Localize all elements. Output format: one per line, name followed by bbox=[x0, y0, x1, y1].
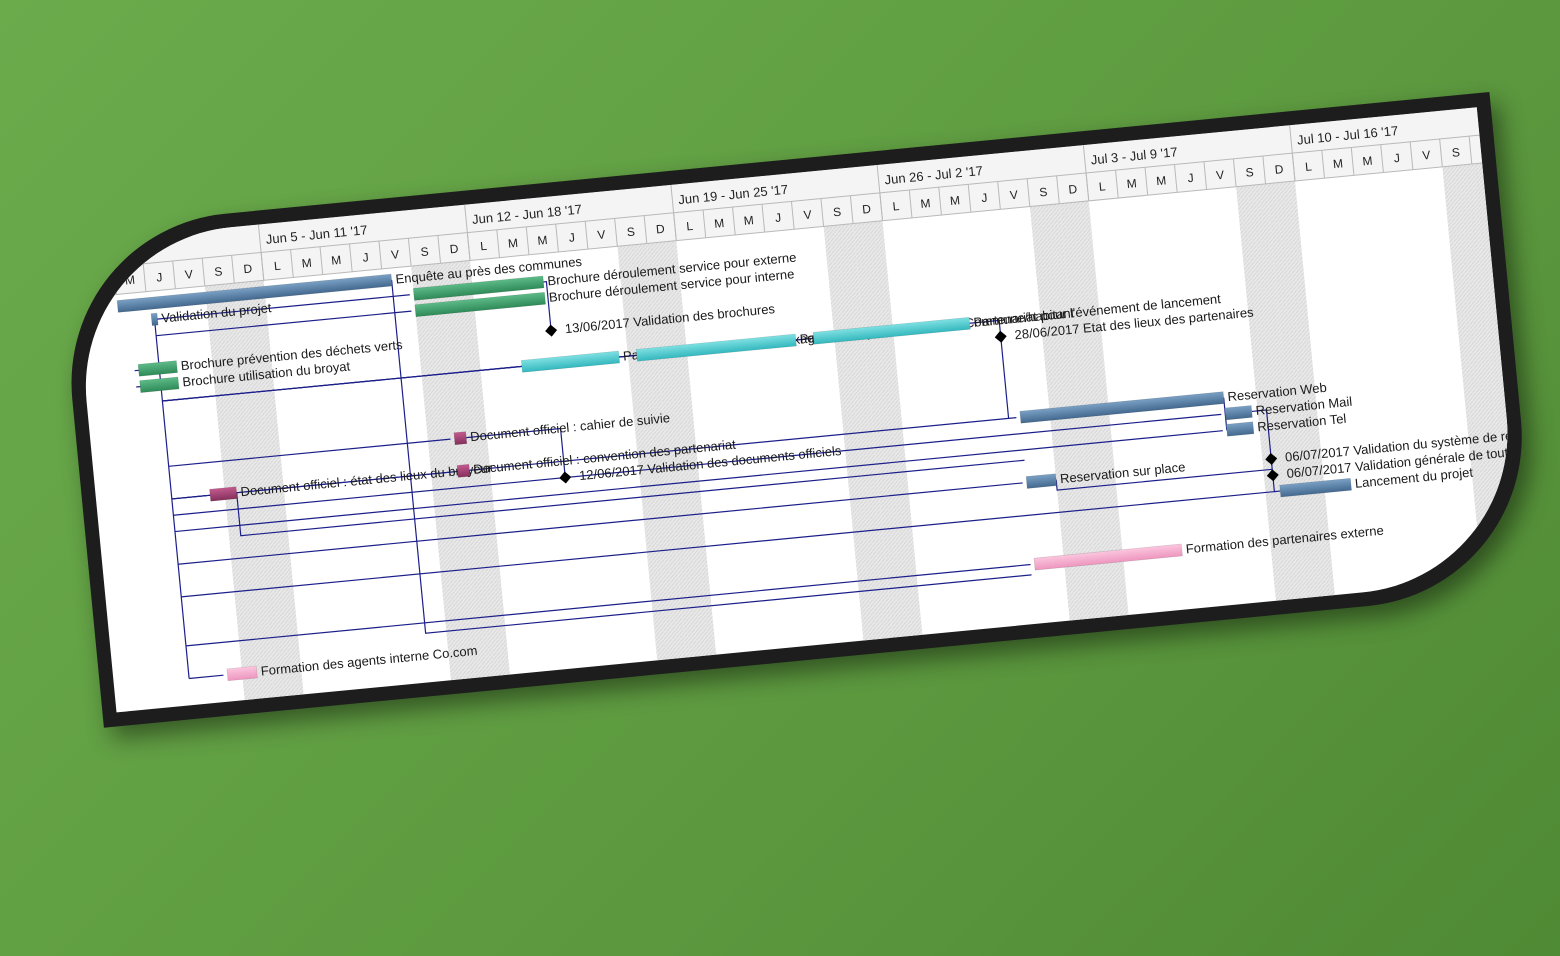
day-letter: S bbox=[1451, 145, 1460, 160]
day-letter: M bbox=[1126, 176, 1137, 191]
day-letter: S bbox=[1039, 185, 1048, 200]
day-letter: V bbox=[597, 227, 606, 242]
gantt-sheet: '17Jun 5 - Jun 11 '17Jun 12 - Jun 18 '17… bbox=[71, 107, 1523, 713]
day-letter: J bbox=[568, 230, 575, 245]
day-letter: D bbox=[243, 261, 253, 276]
task-bar[interactable] bbox=[1225, 421, 1255, 437]
task-bar[interactable] bbox=[150, 312, 159, 326]
milestone-diamond[interactable] bbox=[994, 330, 1007, 343]
dependency-link bbox=[189, 674, 224, 680]
day-letter: J bbox=[1393, 151, 1400, 166]
task-bar[interactable] bbox=[1025, 473, 1058, 489]
day-letter: V bbox=[1009, 188, 1018, 203]
task-bar[interactable] bbox=[139, 376, 180, 393]
day-letter: M bbox=[714, 216, 725, 231]
day-letter: M bbox=[920, 196, 931, 211]
day-letter: D bbox=[1274, 162, 1284, 177]
day-letter: V bbox=[1215, 168, 1224, 183]
day-letter: M bbox=[331, 253, 342, 268]
day-letter: D bbox=[449, 242, 459, 257]
day-letter: M bbox=[1362, 154, 1373, 169]
day-letter: D bbox=[1480, 142, 1490, 157]
day-letter: V bbox=[803, 208, 812, 223]
task-bar[interactable] bbox=[453, 431, 468, 446]
day-letter: V bbox=[184, 267, 193, 282]
day-letter: V bbox=[1422, 148, 1431, 163]
day-letter: J bbox=[981, 191, 988, 206]
photo-frame: '17Jun 5 - Jun 11 '17Jun 12 - Jun 18 '17… bbox=[56, 91, 1538, 728]
day-letter: M bbox=[949, 193, 960, 208]
task-bar[interactable] bbox=[456, 463, 471, 478]
milestone-diamond[interactable] bbox=[545, 324, 558, 337]
milestone-diamond[interactable] bbox=[559, 471, 572, 484]
day-letter: S bbox=[214, 264, 223, 279]
day-letter: D bbox=[862, 202, 872, 217]
day-letter: S bbox=[420, 244, 429, 259]
day-letter: M bbox=[743, 213, 754, 228]
day-letter: M bbox=[1332, 156, 1343, 171]
day-letter: D bbox=[1068, 182, 1078, 197]
day-letter: J bbox=[362, 250, 369, 265]
day-letter: S bbox=[1245, 165, 1254, 180]
day-letter: M bbox=[537, 233, 548, 248]
task-bar[interactable] bbox=[137, 360, 178, 377]
day-letter: S bbox=[626, 225, 635, 240]
gantt-chart: '17Jun 5 - Jun 11 '17Jun 12 - Jun 18 '17… bbox=[71, 107, 1523, 701]
day-letter: M bbox=[507, 236, 518, 251]
day-letter: D bbox=[655, 222, 665, 237]
day-letter: J bbox=[774, 210, 781, 225]
day-letter: V bbox=[390, 247, 399, 262]
day-letter: M bbox=[1156, 173, 1167, 188]
day-letter: M bbox=[301, 256, 312, 271]
day-letter: S bbox=[832, 205, 841, 220]
day-letter: J bbox=[156, 270, 163, 285]
day-letter: M bbox=[124, 273, 135, 288]
task-bar[interactable] bbox=[1224, 405, 1253, 421]
task-bar[interactable] bbox=[226, 665, 258, 682]
task-bar[interactable] bbox=[209, 486, 238, 502]
day-letter: J bbox=[1187, 171, 1194, 186]
task-bar[interactable] bbox=[520, 350, 620, 373]
